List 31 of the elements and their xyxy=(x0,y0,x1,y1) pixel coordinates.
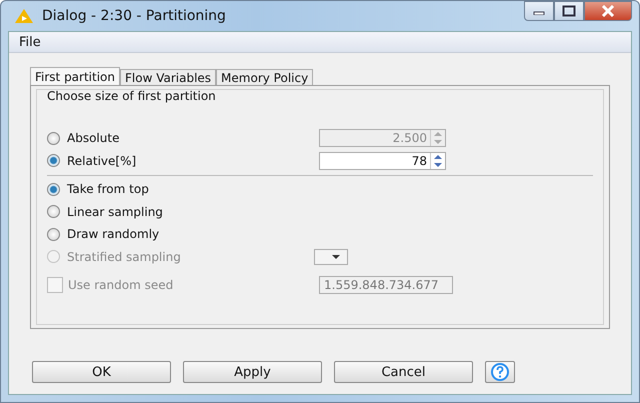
option-label: Draw randomly xyxy=(67,227,160,242)
maximize-button[interactable] xyxy=(554,1,584,21)
tab[interactable]: Memory Policy xyxy=(216,69,314,85)
tab[interactable]: Flow Variables xyxy=(120,69,216,85)
number-spinner[interactable]: 78 xyxy=(319,152,446,170)
dropdown[interactable] xyxy=(314,248,348,265)
dialog-button[interactable]: Cancel xyxy=(334,361,473,383)
window-title: Dialog - 2:30 - Partitioning xyxy=(42,8,226,24)
radio-button[interactable] xyxy=(47,228,60,241)
warning-triangle-icon xyxy=(14,8,34,24)
caret-icon xyxy=(331,254,341,260)
menu-item[interactable]: File xyxy=(19,34,41,50)
option-label: Stratified sampling xyxy=(67,250,181,264)
radio-button[interactable] xyxy=(47,154,60,168)
minimize-button[interactable] xyxy=(524,1,554,21)
option-label: Linear sampling xyxy=(67,204,163,219)
close-icon xyxy=(601,5,615,17)
radio-button[interactable] xyxy=(47,132,60,145)
dialog-button[interactable]: OK xyxy=(32,361,171,383)
radio-button[interactable] xyxy=(47,182,60,196)
maximize-icon xyxy=(562,5,576,17)
help-button[interactable] xyxy=(485,361,515,383)
group-title: Choose size of first partition xyxy=(47,89,217,103)
option-label: Absolute xyxy=(67,131,120,146)
tab[interactable]: First partition xyxy=(30,67,120,85)
option-label: Use random seed xyxy=(68,278,174,292)
option-label: Take from top xyxy=(67,182,149,196)
radio-button[interactable] xyxy=(47,205,60,218)
option-label: Relative[%] xyxy=(67,154,136,168)
dialog-button[interactable]: Apply xyxy=(183,361,322,383)
close-button[interactable] xyxy=(584,1,632,21)
